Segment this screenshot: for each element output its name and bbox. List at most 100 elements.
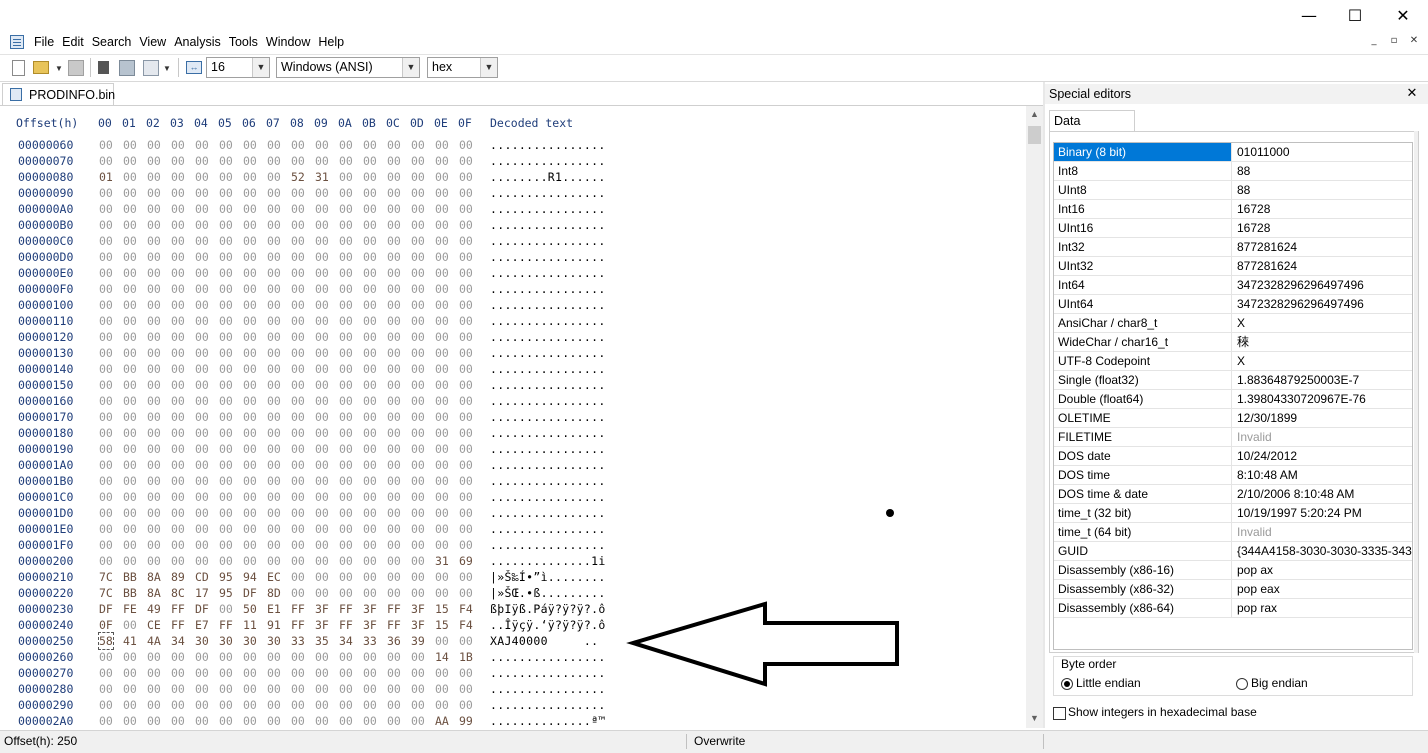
hex-byte[interactable]: 00: [435, 249, 449, 265]
hex-byte[interactable]: 00: [243, 281, 257, 297]
hex-byte[interactable]: 00: [339, 457, 353, 473]
inspector-value[interactable]: 12/30/1899: [1232, 409, 1412, 427]
hex-byte[interactable]: 00: [435, 217, 449, 233]
hex-byte[interactable]: FF: [219, 617, 233, 633]
hex-byte[interactable]: 00: [219, 601, 233, 617]
hex-byte[interactable]: 00: [339, 505, 353, 521]
hex-byte[interactable]: 00: [171, 697, 185, 713]
hex-byte[interactable]: 89: [171, 569, 185, 585]
inspector-row[interactable]: UInt16 16728: [1054, 219, 1412, 238]
hex-byte[interactable]: 7C: [99, 585, 113, 601]
hex-byte[interactable]: 00: [243, 345, 257, 361]
hex-byte[interactable]: 00: [339, 585, 353, 601]
hex-byte[interactable]: 00: [195, 329, 209, 345]
hex-byte[interactable]: 00: [387, 345, 401, 361]
decoded-text[interactable]: ........R1......: [490, 169, 606, 185]
hex-byte[interactable]: 00: [195, 249, 209, 265]
hex-byte[interactable]: 00: [99, 553, 113, 569]
hex-byte[interactable]: 00: [243, 297, 257, 313]
hex-byte[interactable]: 17: [195, 585, 209, 601]
hex-byte[interactable]: 00: [291, 505, 305, 521]
chevron-down-icon[interactable]: ▼: [480, 58, 497, 77]
inspector-row[interactable]: time_t (32 bit) 10/19/1997 5:20:24 PM: [1054, 504, 1412, 523]
hex-byte[interactable]: 00: [219, 265, 233, 281]
hex-byte[interactable]: 00: [147, 233, 161, 249]
hex-byte[interactable]: 00: [339, 377, 353, 393]
hex-byte[interactable]: 00: [147, 697, 161, 713]
hex-byte[interactable]: 00: [363, 137, 377, 153]
decoded-text[interactable]: ..............1i: [490, 553, 606, 569]
hex-byte[interactable]: 1B: [459, 649, 473, 665]
inspector-value[interactable]: 3472328296296497496: [1232, 295, 1412, 313]
hex-byte[interactable]: 00: [243, 137, 257, 153]
menu-view[interactable]: View: [135, 30, 170, 54]
decoded-text[interactable]: ................: [490, 681, 606, 697]
hex-byte[interactable]: 00: [267, 665, 281, 681]
hex-byte[interactable]: 00: [219, 393, 233, 409]
hex-byte[interactable]: 00: [291, 233, 305, 249]
hex-byte[interactable]: 8C: [171, 585, 185, 601]
decoded-text[interactable]: ................: [490, 361, 606, 377]
hex-byte[interactable]: 00: [459, 345, 473, 361]
hex-byte[interactable]: 00: [99, 329, 113, 345]
hex-byte[interactable]: 00: [267, 697, 281, 713]
hex-byte[interactable]: CD: [195, 569, 209, 585]
hex-byte[interactable]: 00: [363, 569, 377, 585]
hex-byte[interactable]: 00: [315, 249, 329, 265]
hex-byte[interactable]: 00: [435, 169, 449, 185]
hex-byte[interactable]: 00: [339, 665, 353, 681]
hex-byte[interactable]: 00: [243, 473, 257, 489]
hex-byte[interactable]: 00: [99, 313, 113, 329]
inspector-value[interactable]: 16728: [1232, 219, 1412, 237]
hex-byte[interactable]: 00: [267, 681, 281, 697]
hex-byte[interactable]: 00: [291, 153, 305, 169]
hex-row[interactable]: 00000120 00 00 00 00 00 00 00 00 00 00 00 00 00 00 00 00…: [0, 329, 1026, 345]
hex-byte[interactable]: 00: [267, 361, 281, 377]
hex-byte[interactable]: 00: [267, 217, 281, 233]
hex-byte[interactable]: 00: [459, 393, 473, 409]
hex-byte[interactable]: 00: [363, 345, 377, 361]
hex-byte[interactable]: 00: [243, 441, 257, 457]
decoded-text[interactable]: ................: [490, 425, 606, 441]
hex-byte[interactable]: 00: [147, 281, 161, 297]
hex-byte[interactable]: 00: [315, 153, 329, 169]
hex-byte[interactable]: 00: [387, 281, 401, 297]
hex-row[interactable]: 000000E0 00 00 00 00 00 00 00 00 00 00 00 00 00 00 00 00…: [0, 265, 1026, 281]
decoded-text[interactable]: ................: [490, 649, 606, 665]
hex-byte[interactable]: 00: [219, 153, 233, 169]
menu-search[interactable]: Search: [88, 30, 136, 54]
decoded-text[interactable]: ................: [490, 441, 606, 457]
hex-byte[interactable]: 34: [171, 633, 185, 649]
properties-icon[interactable]: [119, 60, 135, 76]
inspector-row[interactable]: Double (float64) 1.39804330720967E-76: [1054, 390, 1412, 409]
hex-byte[interactable]: 00: [195, 137, 209, 153]
hex-byte[interactable]: 00: [99, 409, 113, 425]
hex-byte[interactable]: 00: [339, 345, 353, 361]
hex-byte[interactable]: FF: [339, 601, 353, 617]
hex-byte[interactable]: DF: [195, 601, 209, 617]
hex-byte[interactable]: 00: [363, 265, 377, 281]
hex-byte[interactable]: 00: [411, 713, 425, 728]
hex-byte[interactable]: 00: [411, 361, 425, 377]
hex-row[interactable]: 00000160 00 00 00 00 00 00 00 00 00 00 00 00 00 00 00 00…: [0, 393, 1026, 409]
hex-byte[interactable]: 00: [291, 201, 305, 217]
encoding-combo[interactable]: Windows (ANSI) ▼: [276, 57, 420, 78]
hex-byte[interactable]: 00: [99, 441, 113, 457]
hex-byte[interactable]: 00: [435, 201, 449, 217]
hex-byte[interactable]: 00: [459, 233, 473, 249]
hex-byte[interactable]: 00: [99, 473, 113, 489]
hex-byte[interactable]: 00: [243, 217, 257, 233]
hex-byte[interactable]: 00: [315, 377, 329, 393]
menu-help[interactable]: Help: [314, 30, 348, 54]
hex-byte[interactable]: 00: [219, 201, 233, 217]
hex-row[interactable]: 000001E0 00 00 00 00 00 00 00 00 00 00 00 00 00 00 00 00…: [0, 521, 1026, 537]
hex-byte[interactable]: 00: [411, 441, 425, 457]
inspector-value[interactable]: X: [1232, 314, 1412, 332]
hex-byte[interactable]: 00: [99, 697, 113, 713]
hex-byte[interactable]: 00: [435, 665, 449, 681]
hex-byte[interactable]: 00: [339, 521, 353, 537]
menu-tools[interactable]: Tools: [225, 30, 262, 54]
hex-byte[interactable]: 00: [267, 297, 281, 313]
hex-byte[interactable]: 00: [363, 521, 377, 537]
hex-byte[interactable]: 00: [171, 329, 185, 345]
